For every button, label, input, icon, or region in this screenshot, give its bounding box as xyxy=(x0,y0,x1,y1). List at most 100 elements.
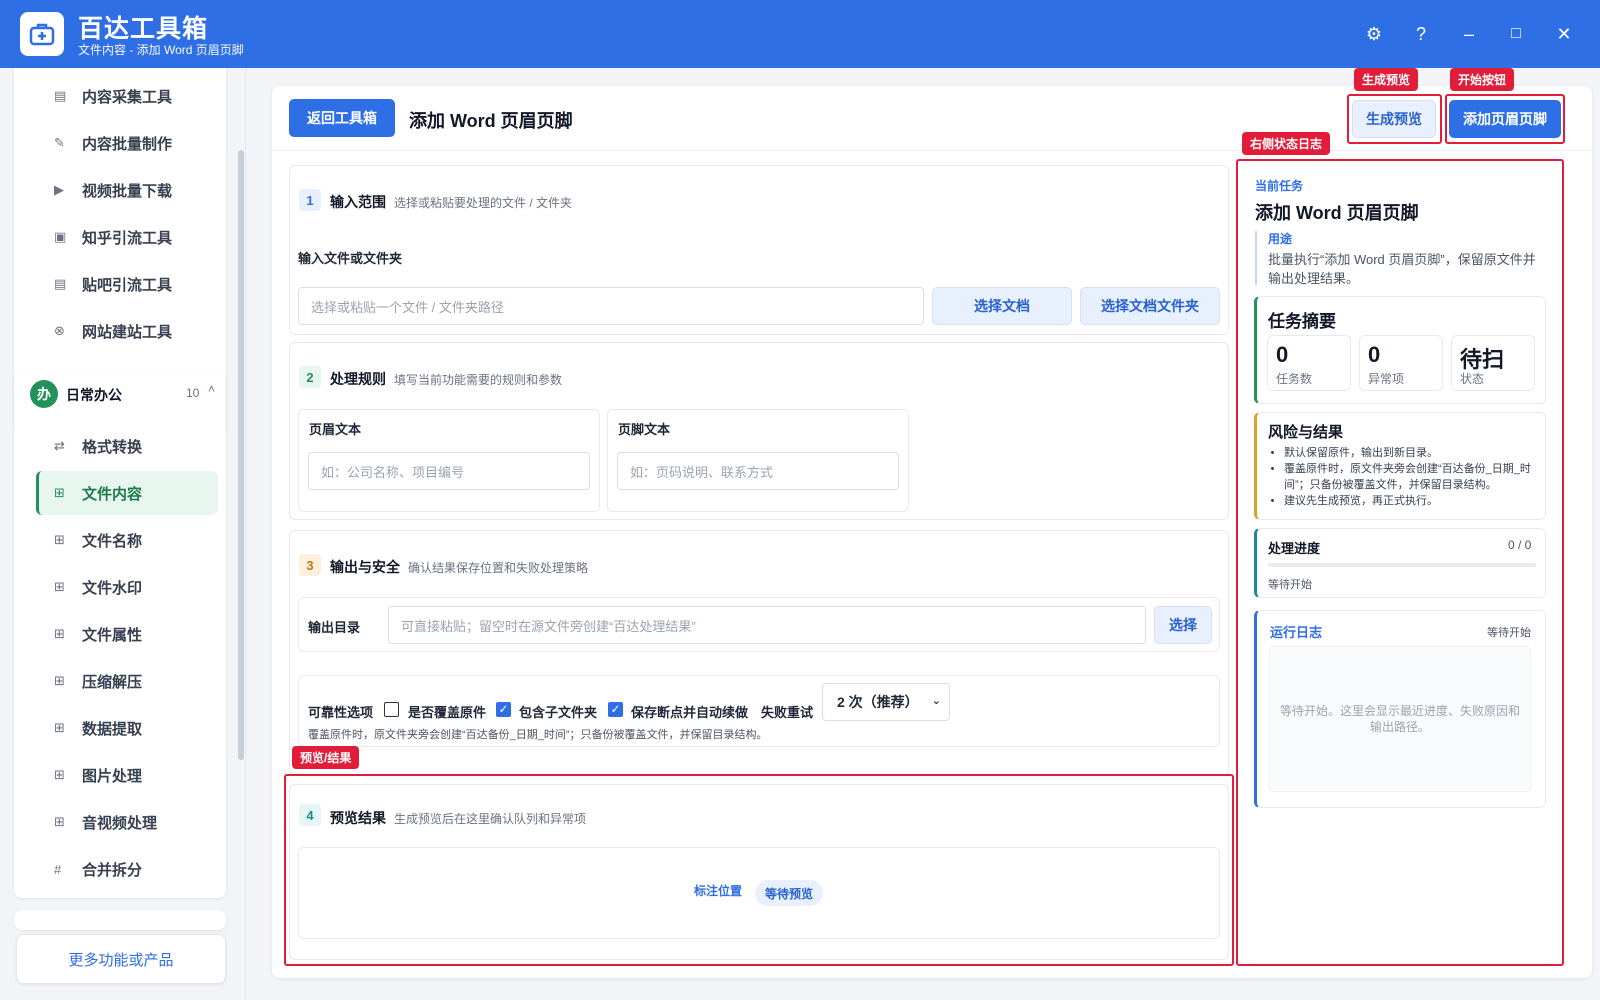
task-summary-title: 任务摘要 xyxy=(1268,312,1336,331)
select-output-button[interactable]: 选择 xyxy=(1154,606,1212,644)
input-path-field[interactable]: 选择或粘贴一个文件 / 文件夹路径 xyxy=(298,287,924,325)
sidebar-item-label: 文件水印 xyxy=(82,579,143,597)
sidebar-item-label: 视频批量下载 xyxy=(82,182,173,200)
risk-list: 默认保留原件，输出到新目录。 覆盖原件时，原文件夹旁会创建“百达备份_日期_时间… xyxy=(1284,445,1540,509)
resume-checkbox[interactable]: ✓ xyxy=(608,702,623,717)
sidebar-item-label: 图片处理 xyxy=(82,767,143,785)
zhihu-icon: ▣ xyxy=(54,229,67,244)
sidebar-item-label: 文件名称 xyxy=(82,532,143,550)
sidebar-item-file-attributes[interactable]: ⊞ 文件属性 xyxy=(36,612,218,656)
minimize-icon[interactable]: – xyxy=(1453,18,1485,50)
header-text-input[interactable]: 如：公司名称、项目编号 xyxy=(308,452,590,490)
close-icon[interactable]: ✕ xyxy=(1548,18,1580,50)
maximize-icon[interactable]: □ xyxy=(1500,18,1532,50)
retry-select[interactable]: 2 次（推荐） ⌄ xyxy=(822,683,950,721)
step3-desc: 确认结果保存位置和失败处理策略 xyxy=(408,561,589,575)
risk-item: 建议先生成预览，再正式执行。 xyxy=(1284,493,1540,509)
step2-number: 2 xyxy=(299,366,321,388)
sidebar-item-content-collect[interactable]: ▤ 内容采集工具 xyxy=(36,74,218,118)
sidebar-item-content-batch[interactable]: ✎ 内容批量制作 xyxy=(36,121,218,165)
sidebar-item-format-convert[interactable]: ⇄ 格式转换 xyxy=(36,424,218,468)
sidebar-item-merge-split[interactable]: # 合并拆分 xyxy=(36,847,218,891)
sidebar-item-image[interactable]: ⊞ 图片处理 xyxy=(36,753,218,797)
office-group-badge: 办 xyxy=(30,380,58,408)
purpose-label: 用途 xyxy=(1268,232,1293,246)
footer-text-input[interactable]: 如：页码说明、联系方式 xyxy=(617,452,899,490)
grid-icon: ⊞ xyxy=(54,720,65,735)
start-annotation-tag: 开始按钮 xyxy=(1450,68,1515,91)
sidebar: ▤ 内容采集工具 ✎ 内容批量制作 ▶ 视频批量下载 ▣ 知乎引流工具 ▤ 贴吧引流工具 … xyxy=(0,68,246,1000)
page-title: 添加 Word 页眉页脚 xyxy=(409,111,573,131)
include-subfolders-label: 包含子文件夹 xyxy=(519,705,598,720)
sidebar-item-zhihu[interactable]: ▣ 知乎引流工具 xyxy=(36,215,218,259)
sidebar-item-compress[interactable]: ⊞ 压缩解压 xyxy=(36,659,218,703)
sidebar-item-label: 格式转换 xyxy=(82,438,143,456)
sidebar-item-website[interactable]: ⊗ 网站建站工具 xyxy=(36,309,218,353)
sidebar-item-file-content[interactable]: ⊞ 文件内容 xyxy=(36,471,218,515)
step4-number: 4 xyxy=(299,804,321,826)
step1-desc: 选择或粘贴要处理的文件 / 文件夹 xyxy=(394,196,573,210)
more-products-link[interactable]: 更多功能或产品 xyxy=(16,934,226,984)
preview-status-pill: 等待预览 xyxy=(755,880,824,906)
step4-desc: 生成预览后在这里确认队列和异常项 xyxy=(394,812,587,826)
grid-icon: ⊞ xyxy=(54,767,65,782)
sidebar-item-label: 数据提取 xyxy=(82,720,143,738)
step2-title: 处理规则 xyxy=(330,371,386,387)
grid-icon: ⊞ xyxy=(54,485,65,500)
include-subfolders-checkbox[interactable]: ✓ xyxy=(496,702,511,717)
overwrite-checkbox[interactable] xyxy=(384,702,399,717)
retry-label: 失败重试 xyxy=(761,705,814,720)
title-bar: 百达工具箱 文件内容 - 添加 Word 页眉页脚 ⚙ ? – □ ✕ xyxy=(0,0,1600,68)
output-dir-input[interactable]: 可直接粘贴；留空时在源文件旁创建“百达处理结果” xyxy=(388,606,1146,644)
sidebar-item-video-download[interactable]: ▶ 视频批量下载 xyxy=(36,168,218,212)
select-document-button[interactable]: 选择文档 xyxy=(932,287,1072,325)
website-icon: ⊗ xyxy=(54,323,65,338)
sidebar-item-media[interactable]: ⊞ 音视频处理 xyxy=(36,800,218,844)
step3-number: 3 xyxy=(299,554,321,576)
select-folder-button[interactable]: 选择文档文件夹 xyxy=(1080,287,1220,325)
app-subtitle: 文件内容 - 添加 Word 页眉页脚 xyxy=(78,43,244,57)
purpose-text: 批量执行“添加 Word 页眉页脚”，保留原文件并输出处理结果。 xyxy=(1268,252,1536,286)
stat-value: 0 xyxy=(1368,342,1381,367)
sidebar-item-file-watermark[interactable]: ⊞ 文件水印 xyxy=(36,565,218,609)
header-text-label: 页眉文本 xyxy=(309,422,362,437)
sidebar-item-label: 合并拆分 xyxy=(82,861,143,879)
doc-icon: ▤ xyxy=(54,88,67,103)
office-group-title: 日常办公 xyxy=(66,387,122,403)
stat-task-count: 0 任务数 xyxy=(1267,335,1351,391)
chevron-up-icon[interactable]: ˄ xyxy=(208,382,215,396)
help-icon[interactable]: ? xyxy=(1405,18,1437,50)
swap-icon: ⇄ xyxy=(54,438,65,453)
log-annotation-tag: 右侧状态日志 xyxy=(1242,132,1331,155)
chevron-down-icon: ⌄ xyxy=(931,695,941,707)
run-log-body[interactable]: 等待开始。这里会显示最近进度、失败原因和输出路径。 xyxy=(1269,646,1531,792)
progress-count: 0 / 0 xyxy=(1508,538,1532,552)
header-divider xyxy=(272,150,1592,151)
sidebar-item-label: 压缩解压 xyxy=(82,673,143,691)
sidebar-item-data-extract[interactable]: ⊞ 数据提取 xyxy=(36,706,218,750)
video-icon: ▶ xyxy=(54,182,64,197)
office-group-count: 10 xyxy=(186,386,200,400)
sidebar-scrollbar[interactable] xyxy=(238,150,244,760)
current-task-label: 当前任务 xyxy=(1255,179,1304,193)
progress-bar-track xyxy=(1268,563,1536,567)
step1-title: 输入范围 xyxy=(330,194,386,210)
back-to-toolbox-button[interactable]: 返回工具箱 xyxy=(289,99,395,137)
stat-label: 异常项 xyxy=(1368,372,1405,386)
add-header-footer-button[interactable]: 添加页眉页脚 xyxy=(1449,100,1561,138)
mark-position-label: 标注位置 xyxy=(694,884,743,898)
preview-annotation-tag: 生成预览 xyxy=(1354,68,1419,91)
settings-icon[interactable]: ⚙ xyxy=(1358,18,1390,50)
sidebar-item-label: 网站建站工具 xyxy=(82,323,173,341)
sidebar-item-tieba[interactable]: ▤ 贴吧引流工具 xyxy=(36,262,218,306)
grid-icon: ⊞ xyxy=(54,814,65,829)
risk-item: 默认保留原件，输出到新目录。 xyxy=(1284,445,1540,461)
run-log-status: 等待开始 xyxy=(1487,627,1531,639)
sidebar-item-file-name[interactable]: ⊞ 文件名称 xyxy=(36,518,218,562)
stat-label: 任务数 xyxy=(1276,372,1313,386)
grid-icon: ⊞ xyxy=(54,579,65,594)
sidebar-item-label: 音视频处理 xyxy=(82,814,158,832)
generate-preview-button[interactable]: 生成预览 xyxy=(1352,100,1436,138)
sidebar-group-header[interactable]: 办 日常办公 10 ˄ xyxy=(28,380,222,410)
sidebar-item-label: 内容采集工具 xyxy=(82,88,173,106)
